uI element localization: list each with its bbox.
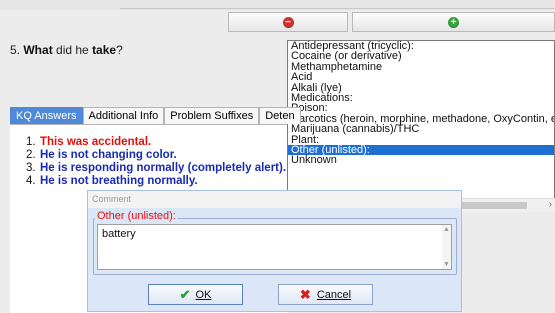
group-label: Other (unlisted):: [95, 210, 178, 222]
dialog-title: Comment: [88, 191, 461, 208]
answer-item: 4. He is not breathing normally.: [26, 175, 198, 187]
ok-label: OK: [195, 288, 212, 301]
plus-circle-icon: +: [448, 16, 459, 28]
question-text: 5. What did he take?: [10, 43, 123, 57]
question-end: ?: [116, 43, 123, 57]
tab-bar: KQ Answers Additional Info Problem Suffi…: [10, 107, 301, 124]
comment-textarea[interactable]: battery ▲ ▼: [97, 224, 452, 270]
previous-button[interactable]: −: [228, 12, 348, 32]
question-bold-what: What: [23, 43, 53, 57]
cancel-label: Cancel: [316, 288, 352, 301]
tab-problem-suffixes[interactable]: Problem Suffixes: [164, 107, 260, 124]
comment-value: battery: [102, 228, 136, 240]
divider: [120, 8, 555, 9]
question-bold-take: take: [92, 43, 117, 57]
chevron-right-icon[interactable]: ›: [549, 199, 552, 210]
answer-item: 3. He is responding normally (completely …: [26, 162, 287, 174]
substance-listbox[interactable]: Antidepressant (tricyclic): Cocaine (or …: [287, 40, 555, 212]
question-number: 5.: [10, 43, 21, 57]
close-icon: ✖: [299, 286, 311, 302]
answer-text: This was accidental.: [40, 136, 152, 148]
checkmark-icon: ✔: [179, 286, 191, 302]
answer-item: 2. He is not changing color.: [26, 149, 177, 161]
tab-determinant[interactable]: Deten: [259, 107, 301, 124]
ok-button[interactable]: ✔ OK: [148, 284, 243, 305]
list-item[interactable]: Medications:: [288, 92, 554, 103]
answer-text: He is not changing color.: [40, 149, 177, 161]
chevron-up-icon[interactable]: ▲: [443, 226, 450, 233]
tab-kq-answers[interactable]: KQ Answers: [10, 107, 83, 124]
tab-additional-info[interactable]: Additional Info: [82, 107, 165, 124]
list-item[interactable]: Marijuana (cannabis)/THC: [288, 123, 554, 134]
answer-text: He is responding normally (completely al…: [40, 162, 287, 174]
answer-text: He is not breathing normally.: [40, 175, 198, 187]
comment-dialog: Comment battery ▲ ▼ Other (unlisted): ✔ …: [87, 190, 462, 312]
vertical-scrollbar[interactable]: ▲ ▼: [442, 225, 451, 269]
answer-item: 1. This was accidental.: [26, 136, 152, 148]
list-item[interactable]: Acid: [288, 71, 554, 82]
next-button[interactable]: +: [352, 12, 555, 32]
top-strip: [0, 0, 555, 10]
minus-circle-icon: −: [282, 16, 294, 28]
comment-groupbox: battery ▲ ▼: [93, 218, 457, 275]
list-item[interactable]: Methamphetamine: [288, 61, 554, 72]
chevron-down-icon[interactable]: ▼: [443, 261, 450, 268]
cancel-button[interactable]: ✖ Cancel: [278, 284, 373, 305]
list-item[interactable]: Unknown: [288, 155, 554, 166]
question-mid: did he: [52, 43, 93, 57]
